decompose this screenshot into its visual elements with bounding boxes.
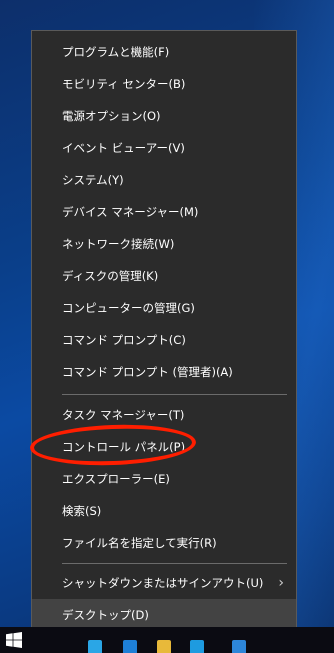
menu-item-network-connections[interactable]: ネットワーク接続(W) [32,228,296,260]
menu-item-task-manager[interactable]: タスク マネージャー(T) [32,399,296,431]
menu-item-shutdown-or-sign-out[interactable]: シャットダウンまたはサインアウト(U) › [32,567,296,599]
menu-item-system[interactable]: システム(Y) [32,164,296,196]
menu-item-mobility-center[interactable]: モビリティ センター(B) [32,68,296,100]
menu-item-programs-and-features[interactable]: プログラムと機能(F) [32,36,296,68]
windows-logo-icon[interactable] [6,632,22,648]
taskbar-app-icon[interactable] [123,640,137,653]
menu-item-search[interactable]: 検索(S) [32,495,296,527]
menu-item-event-viewer[interactable]: イベント ビューアー(V) [32,132,296,164]
taskbar-app-icon[interactable] [157,640,171,653]
chevron-right-icon: › [278,575,284,591]
taskbar-app-icon[interactable] [232,640,246,653]
menu-item-explorer[interactable]: エクスプローラー(E) [32,463,296,495]
menu-item-device-manager[interactable]: デバイス マネージャー(M) [32,196,296,228]
taskbar-app-icon[interactable] [88,640,102,653]
desktop-background: プログラムと機能(F) モビリティ センター(B) 電源オプション(O) イベン… [0,0,334,653]
menu-item-label: シャットダウンまたはサインアウト(U) [62,576,264,590]
menu-item-computer-management[interactable]: コンピューターの管理(G) [32,292,296,324]
menu-item-command-prompt[interactable]: コマンド プロンプト(C) [32,324,296,356]
taskbar [0,627,334,653]
menu-separator [62,394,287,395]
winx-quick-link-menu: プログラムと機能(F) モビリティ センター(B) 電源オプション(O) イベン… [31,30,297,639]
menu-item-disk-management[interactable]: ディスクの管理(K) [32,260,296,292]
menu-item-command-prompt-admin[interactable]: コマンド プロンプト (管理者)(A) [32,356,296,388]
menu-item-power-options[interactable]: 電源オプション(O) [32,100,296,132]
menu-separator [62,563,287,564]
menu-item-run[interactable]: ファイル名を指定して実行(R) [32,527,296,559]
taskbar-app-icon[interactable] [190,640,204,653]
